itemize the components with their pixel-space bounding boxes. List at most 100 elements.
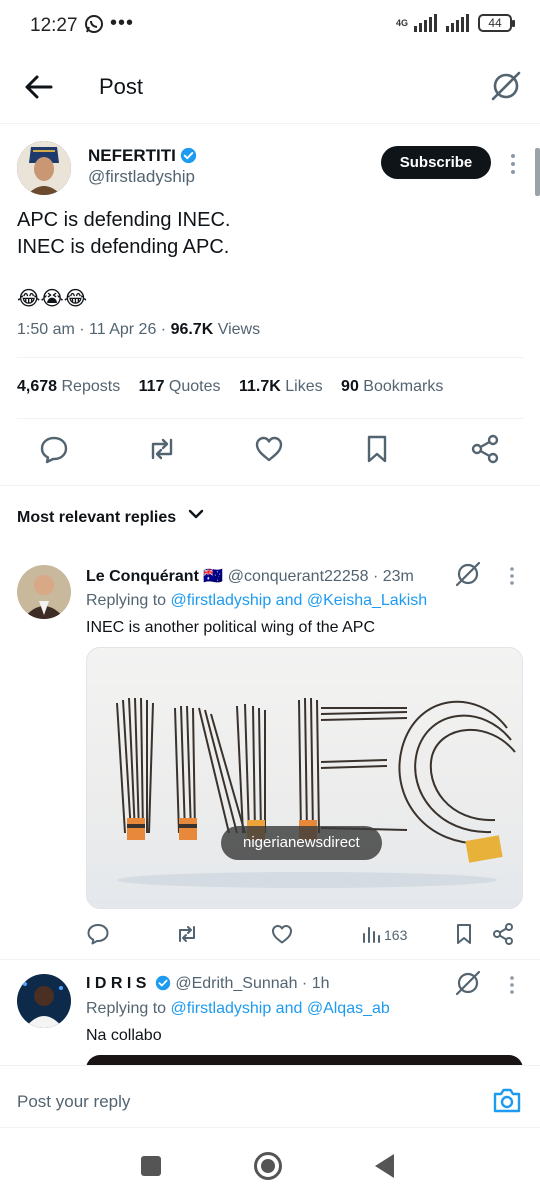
post-emoji: 😂😭😂 bbox=[17, 288, 88, 310]
verified-badge-icon bbox=[155, 975, 171, 991]
status-indicators: 4G 44 bbox=[395, 14, 515, 32]
replying-and: and bbox=[275, 592, 303, 609]
avatar-image bbox=[17, 141, 71, 195]
more-options-icon[interactable] bbox=[507, 975, 517, 995]
whatsapp-icon bbox=[85, 15, 103, 33]
country-flag: 🇦🇺 bbox=[203, 568, 224, 585]
battery-indicator: 44 bbox=[478, 14, 515, 32]
author-handle[interactable]: @firstladyship bbox=[88, 167, 195, 187]
more-options-icon[interactable] bbox=[506, 150, 520, 178]
back-button[interactable] bbox=[375, 1154, 394, 1178]
page-title: Post bbox=[99, 74, 144, 99]
grok-icon[interactable] bbox=[455, 970, 481, 996]
avatar-image bbox=[17, 974, 71, 1028]
media-watermark-tag: nigerianewsdirect bbox=[221, 826, 382, 860]
views-icon[interactable] bbox=[360, 922, 384, 946]
author-name-text: NEFERTITI bbox=[88, 146, 176, 165]
mention-link[interactable]: @firstladyship bbox=[171, 1000, 272, 1017]
post-text-line-1: APC is defending INEC. bbox=[17, 209, 231, 231]
likes-count: 11.7K bbox=[238, 378, 281, 395]
repost-icon[interactable] bbox=[146, 433, 178, 465]
quotes-stat[interactable]: 117 Quotes bbox=[139, 378, 221, 395]
replying-prefix: Replying to bbox=[86, 1000, 167, 1017]
recents-button[interactable] bbox=[141, 1156, 161, 1176]
like-icon[interactable] bbox=[270, 922, 294, 946]
author-avatar[interactable] bbox=[17, 141, 71, 195]
grok-icon[interactable] bbox=[455, 561, 481, 587]
post-views-label: Views bbox=[217, 321, 261, 338]
reply-divider bbox=[0, 959, 540, 960]
reply-action-bar: 163 bbox=[86, 922, 523, 948]
status-bar: 12:27 ••• 4G 44 bbox=[0, 0, 540, 52]
more-options-icon[interactable] bbox=[507, 566, 517, 586]
reply-icon[interactable] bbox=[86, 922, 110, 946]
reply-avatar[interactable] bbox=[17, 565, 71, 619]
bookmark-icon[interactable] bbox=[361, 433, 393, 465]
signal-icon-2 bbox=[446, 14, 469, 32]
signal-icon bbox=[414, 14, 437, 32]
engagement-stats: 4,678 Reposts 117 Quotes 11.7K Likes 90 … bbox=[17, 378, 457, 396]
share-icon[interactable] bbox=[491, 922, 515, 946]
post-views-count: 96.7K bbox=[170, 321, 214, 338]
reply-author-name[interactable]: I D R I S bbox=[86, 975, 146, 992]
reply-composer: Post your reply bbox=[0, 1065, 540, 1128]
scrollbar-thumb[interactable] bbox=[535, 148, 540, 196]
reply-text: INEC is another political wing of the AP… bbox=[86, 619, 376, 636]
post-date: 11 Apr 26 bbox=[89, 321, 157, 338]
mention-link[interactable]: @Keisha_Lakish bbox=[307, 592, 427, 609]
replying-to: Replying to @firstladyship and @Keisha_L… bbox=[86, 592, 427, 610]
bookmarks-stat[interactable]: 90 Bookmarks bbox=[341, 378, 443, 395]
chevron-down-icon bbox=[188, 509, 203, 519]
reposts-label: Reposts bbox=[61, 378, 121, 395]
author-name[interactable]: NEFERTITI bbox=[88, 146, 197, 166]
system-navigation-bar bbox=[0, 1128, 540, 1200]
repost-icon[interactable] bbox=[175, 922, 199, 946]
replies-sort-dropdown[interactable]: Most relevant replies bbox=[17, 509, 205, 527]
bookmarks-label: Bookmarks bbox=[363, 378, 444, 395]
inec-broom-illustration bbox=[116, 697, 516, 888]
post-time: 1:50 am bbox=[17, 321, 75, 338]
post-action-bar bbox=[0, 433, 540, 473]
back-arrow-icon[interactable] bbox=[22, 70, 56, 104]
likes-stat[interactable]: 11.7K Likes bbox=[239, 378, 323, 395]
reply-avatar[interactable] bbox=[17, 974, 71, 1028]
replies-sort-label: Most relevant replies bbox=[17, 509, 177, 526]
home-button[interactable] bbox=[254, 1152, 282, 1180]
mention-link[interactable]: @Alqas_ab bbox=[307, 1000, 390, 1017]
replying-prefix: Replying to bbox=[86, 592, 167, 609]
reply-author-handle[interactable]: @conquerant22258 bbox=[228, 568, 369, 585]
likes-label: Likes bbox=[285, 378, 323, 395]
section-divider bbox=[0, 485, 540, 486]
reply-media-image[interactable]: nigerianewsdirect bbox=[86, 647, 523, 909]
bookmark-icon[interactable] bbox=[452, 922, 476, 946]
share-icon[interactable] bbox=[469, 433, 501, 465]
reposts-count: 4,678 bbox=[17, 378, 58, 395]
divider bbox=[17, 418, 523, 419]
reply-input[interactable]: Post your reply bbox=[17, 1092, 130, 1112]
reply-header: I D R I S @Edrith_Sunnah · 1h bbox=[86, 975, 330, 992]
views-count: 163 bbox=[384, 927, 408, 943]
reply-author-handle[interactable]: @Edrith_Sunnah bbox=[175, 975, 297, 992]
like-icon[interactable] bbox=[253, 433, 285, 465]
status-time: 12:27 bbox=[30, 15, 78, 36]
verified-badge-icon bbox=[180, 147, 196, 164]
reply-age: 23m bbox=[382, 568, 414, 585]
avatar-image bbox=[17, 565, 71, 619]
subscribe-button[interactable]: Subscribe bbox=[381, 146, 491, 179]
quotes-label: Quotes bbox=[168, 378, 221, 395]
divider bbox=[17, 357, 523, 358]
bookmarks-count: 90 bbox=[341, 378, 359, 395]
more-notifications-icon: ••• bbox=[110, 12, 135, 34]
reply-icon[interactable] bbox=[38, 433, 70, 465]
network-type: 4G bbox=[395, 17, 408, 28]
replying-to: Replying to @firstladyship and @Alqas_ab bbox=[86, 1000, 390, 1018]
camera-icon[interactable] bbox=[492, 1086, 522, 1114]
grok-icon[interactable] bbox=[490, 70, 522, 102]
reply-header: Le Conquérant 🇦🇺 @conquerant22258 · 23m bbox=[86, 568, 414, 585]
quotes-count: 117 bbox=[138, 378, 165, 395]
reply-text: Na collabo bbox=[86, 1027, 162, 1044]
reply-author-name[interactable]: Le Conquérant bbox=[86, 568, 199, 585]
mention-link[interactable]: @firstladyship bbox=[171, 592, 272, 609]
reposts-stat[interactable]: 4,678 Reposts bbox=[17, 378, 120, 395]
post-text-line-2: INEC is defending APC. bbox=[17, 236, 230, 258]
